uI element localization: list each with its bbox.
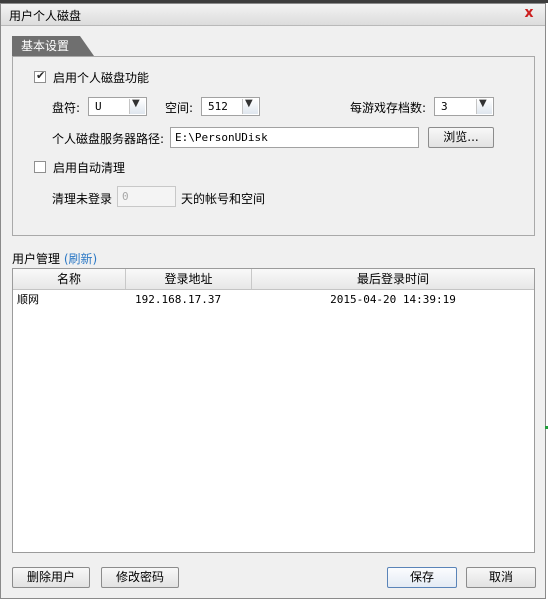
- column-header-address[interactable]: 登录地址: [126, 269, 252, 289]
- clean-prefix-label: 清理未登录: [52, 192, 113, 206]
- clean-days-input[interactable]: 0: [117, 186, 176, 207]
- auto-clean-label: 启用自动清理: [53, 161, 126, 175]
- clean-days-value: 0: [122, 190, 129, 203]
- enable-disk-label: 启用个人磁盘功能: [53, 71, 150, 85]
- cell-name: 顺网: [17, 293, 39, 306]
- table-header: 名称 登录地址 最后登录时间: [13, 269, 534, 290]
- column-header-name[interactable]: 名称: [13, 269, 126, 289]
- chevron-down-icon[interactable]: ▼: [129, 98, 145, 114]
- browse-button[interactable]: 浏览...: [428, 127, 494, 148]
- saves-select[interactable]: 3 ▼: [434, 97, 494, 116]
- user-management-title: 用户管理: [12, 252, 61, 266]
- user-management-header: 用户管理 (刷新): [12, 250, 97, 267]
- server-path-value: E:\PersonUDisk: [175, 131, 268, 144]
- table-row[interactable]: 顺网 192.168.17.37 2015-04-20 14:39:19: [13, 290, 534, 310]
- clean-suffix-label: 天的帐号和空间: [181, 192, 266, 206]
- cell-last-login: 2015-04-20 14:39:19: [330, 293, 456, 306]
- auto-clean-checkbox[interactable]: [34, 161, 46, 173]
- basic-settings-panel: ✔ 启用个人磁盘功能 盘符: U ▼ 空间: 512 ▼ 每游戏存档数: 3 ▼…: [12, 56, 535, 236]
- column-header-last-login[interactable]: 最后登录时间: [252, 269, 534, 289]
- refresh-link[interactable]: (刷新): [64, 252, 97, 266]
- saves-label: 每游戏存档数:: [350, 101, 427, 115]
- chevron-down-icon[interactable]: ▼: [242, 98, 258, 114]
- drive-select[interactable]: U ▼: [88, 97, 147, 116]
- tab-edge: [80, 36, 94, 56]
- space-value: 512: [208, 100, 228, 113]
- check-icon: ✔: [36, 69, 46, 82]
- user-table: 名称 登录地址 最后登录时间 顺网 192.168.17.37 2015-04-…: [12, 268, 535, 553]
- window-title: 用户个人磁盘: [9, 9, 82, 23]
- chevron-down-icon[interactable]: ▼: [476, 98, 492, 114]
- server-path-label: 个人磁盘服务器路径:: [52, 132, 165, 146]
- save-button[interactable]: 保存: [387, 567, 457, 588]
- delete-user-button[interactable]: 删除用户: [12, 567, 90, 588]
- tab-basic-settings[interactable]: 基本设置: [12, 36, 80, 56]
- cell-address: 192.168.17.37: [135, 293, 222, 306]
- drive-label: 盘符:: [52, 101, 81, 115]
- saves-value: 3: [441, 100, 448, 113]
- space-label: 空间:: [165, 101, 194, 115]
- cancel-button[interactable]: 取消: [466, 567, 536, 588]
- server-path-input[interactable]: E:\PersonUDisk: [170, 127, 419, 148]
- title-bar: 用户个人磁盘 x: [1, 4, 545, 26]
- drive-value: U: [95, 100, 102, 113]
- close-icon[interactable]: x: [521, 5, 537, 21]
- space-select[interactable]: 512 ▼: [201, 97, 260, 116]
- change-password-button[interactable]: 修改密码: [101, 567, 179, 588]
- dialog-window: 用户个人磁盘 x 基本设置 ✔ 启用个人磁盘功能 盘符: U ▼ 空间: 512…: [0, 3, 546, 599]
- enable-disk-checkbox[interactable]: ✔: [34, 69, 46, 83]
